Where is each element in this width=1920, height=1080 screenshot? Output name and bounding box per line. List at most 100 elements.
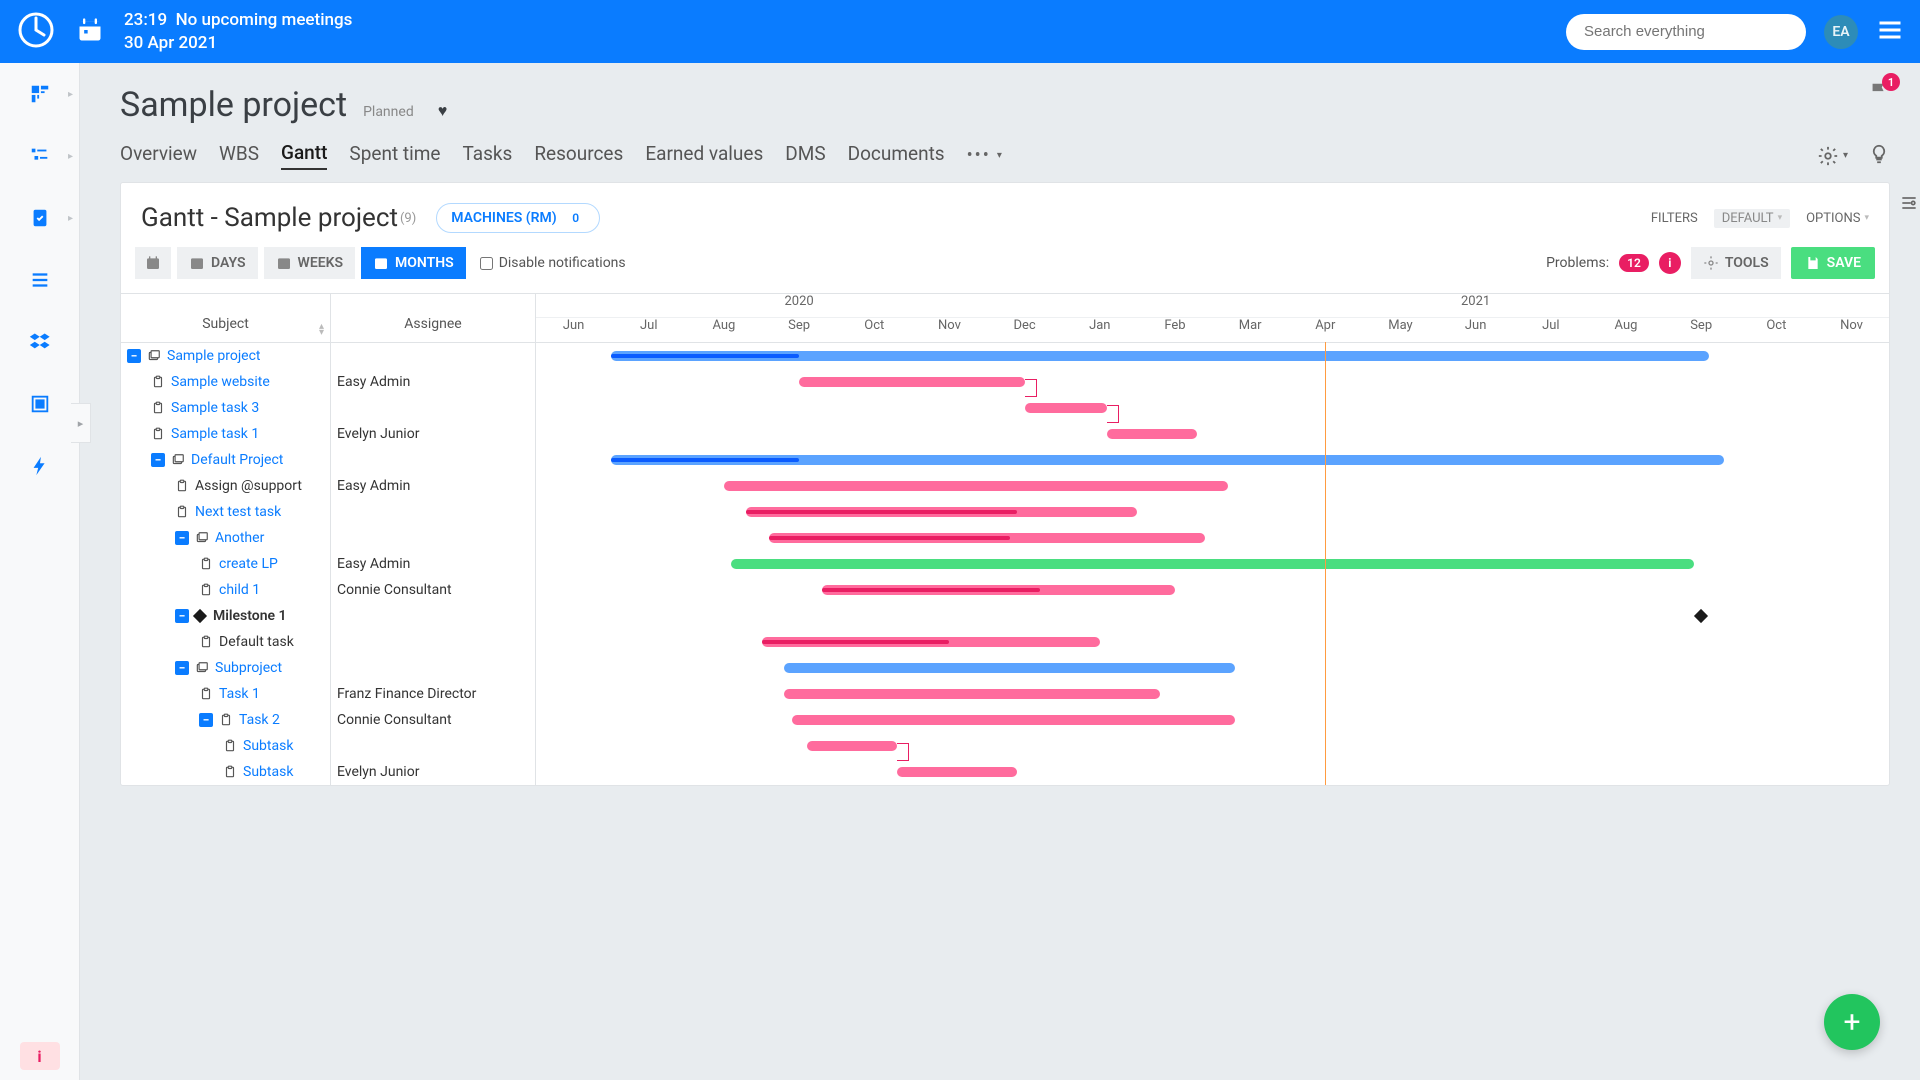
task-label[interactable]: Sample task 1 xyxy=(171,426,259,442)
tab-wbs[interactable]: WBS xyxy=(219,142,259,169)
subject-cell[interactable]: Sample task 1 xyxy=(121,421,331,447)
gantt-bar[interactable] xyxy=(724,481,1228,491)
task-label[interactable]: Task 1 xyxy=(219,686,260,702)
gantt-bar[interactable] xyxy=(1025,403,1108,413)
sort-icon[interactable]: ▴▾ xyxy=(319,324,324,336)
zoom-weeks-button[interactable]: WEEKS xyxy=(264,247,356,279)
sidebar-item-tasks[interactable]: ▸ xyxy=(0,187,79,249)
tree-collapse-icon[interactable]: − xyxy=(175,661,189,675)
avatar[interactable]: EA xyxy=(1824,15,1858,49)
subject-cell[interactable]: Default task xyxy=(121,629,331,655)
gantt-bar[interactable] xyxy=(784,663,1235,673)
subject-cell[interactable]: child 1 xyxy=(121,577,331,603)
task-label[interactable]: Next test task xyxy=(195,504,281,520)
machines-filter-pill[interactable]: MACHINES (RM) 0 xyxy=(436,203,599,233)
subject-cell[interactable]: Assign @support xyxy=(121,473,331,499)
sidebar-item-dropbox[interactable] xyxy=(0,311,79,373)
gantt-bar[interactable] xyxy=(807,741,897,751)
tree-collapse-icon[interactable]: − xyxy=(175,609,189,623)
timeline-cell[interactable] xyxy=(536,525,1889,551)
subject-cell[interactable]: − Subproject xyxy=(121,655,331,681)
subject-cell[interactable]: Sample task 3 xyxy=(121,395,331,421)
gantt-bar[interactable] xyxy=(1107,429,1197,439)
subject-cell[interactable]: Next test task xyxy=(121,499,331,525)
calendar-icon[interactable] xyxy=(76,16,104,48)
gantt-bar[interactable] xyxy=(611,351,1708,361)
timeline-cell[interactable] xyxy=(536,681,1889,707)
tab-resources[interactable]: Resources xyxy=(534,142,623,169)
subject-cell[interactable]: create LP xyxy=(121,551,331,577)
subject-cell[interactable]: − Another xyxy=(121,525,331,551)
tab-earned-values[interactable]: Earned values xyxy=(645,142,763,169)
gantt-bar[interactable] xyxy=(784,689,1160,699)
timeline-cell[interactable] xyxy=(536,343,1889,369)
gantt-bar[interactable] xyxy=(611,455,1723,465)
sidebar-item-wbs[interactable]: ▸ xyxy=(0,125,79,187)
subject-cell[interactable]: Subtask xyxy=(121,759,331,785)
gantt-bar[interactable] xyxy=(897,767,1017,777)
panel-customize-icon[interactable] xyxy=(1899,193,1919,217)
gantt-bar[interactable] xyxy=(822,585,1175,595)
sidebar-item-board[interactable] xyxy=(0,373,79,435)
zoom-days-button[interactable]: DAYS xyxy=(177,247,258,279)
problems-count-badge[interactable]: 12 xyxy=(1619,254,1649,272)
hint-bulb-icon[interactable] xyxy=(1868,143,1890,169)
timeline-cell[interactable] xyxy=(536,369,1889,395)
subject-cell[interactable]: −Milestone 1 xyxy=(121,603,331,629)
sidebar-item-list[interactable] xyxy=(0,249,79,311)
gantt-bar[interactable] xyxy=(769,533,1205,543)
subject-cell[interactable]: − Default Project xyxy=(121,447,331,473)
task-label[interactable]: Task 2 xyxy=(239,712,280,728)
timeline-cell[interactable] xyxy=(536,629,1889,655)
gantt-bar[interactable] xyxy=(792,715,1235,725)
task-label[interactable]: Default Project xyxy=(191,452,283,468)
subject-cell[interactable]: − Task 2 xyxy=(121,707,331,733)
disable-notifications-checkbox[interactable]: Disable notifications xyxy=(480,255,626,271)
timeline-cell[interactable] xyxy=(536,395,1889,421)
tabs-more-icon[interactable]: •••▾ xyxy=(967,145,1004,166)
task-label[interactable]: Subproject xyxy=(215,660,282,676)
task-label[interactable]: child 1 xyxy=(219,582,260,598)
zoom-calendar-button[interactable] xyxy=(135,247,171,279)
tree-collapse-icon[interactable]: − xyxy=(199,713,213,727)
task-label[interactable]: Subtask xyxy=(243,738,293,754)
task-label[interactable]: Another xyxy=(215,530,264,546)
tab-spent-time[interactable]: Spent time xyxy=(349,142,440,169)
tree-collapse-icon[interactable]: − xyxy=(127,349,141,363)
task-label[interactable]: Sample project xyxy=(167,348,261,364)
task-label[interactable]: Sample task 3 xyxy=(171,400,259,416)
gantt-bar[interactable] xyxy=(762,637,1100,647)
filters-dropdown[interactable]: DEFAULT▾ xyxy=(1714,209,1790,228)
timeline-cell[interactable] xyxy=(536,499,1889,525)
sidebar-item-dashboard[interactable]: ▸ xyxy=(0,63,79,125)
task-label[interactable]: Sample website xyxy=(171,374,270,390)
tab-gantt[interactable]: Gantt xyxy=(281,141,327,170)
tree-collapse-icon[interactable]: − xyxy=(175,531,189,545)
task-label[interactable]: Subtask xyxy=(243,764,293,780)
app-logo-icon[interactable] xyxy=(16,10,56,54)
column-header-subject[interactable]: Subject ▴▾ xyxy=(121,294,331,342)
timeline-cell[interactable] xyxy=(536,655,1889,681)
flag-notifications[interactable]: 1 xyxy=(1868,81,1890,107)
favorite-heart-icon[interactable]: ♥ xyxy=(438,101,448,121)
tree-collapse-icon[interactable]: − xyxy=(151,453,165,467)
timeline-cell[interactable] xyxy=(536,473,1889,499)
gantt-bar[interactable] xyxy=(799,377,1025,387)
gantt-bar[interactable] xyxy=(746,507,1137,517)
tab-overview[interactable]: Overview xyxy=(120,142,197,169)
search-input[interactable] xyxy=(1566,14,1806,50)
problems-info-icon[interactable]: i xyxy=(1659,252,1681,274)
timeline-cell[interactable] xyxy=(536,603,1889,629)
subject-cell[interactable]: − Sample project xyxy=(121,343,331,369)
tools-button[interactable]: TOOLS xyxy=(1691,247,1781,279)
timeline-cell[interactable] xyxy=(536,707,1889,733)
milestone-marker[interactable] xyxy=(1694,609,1708,623)
timeline-cell[interactable] xyxy=(536,551,1889,577)
tab-documents[interactable]: Documents xyxy=(848,142,945,169)
sidebar-item-bolt[interactable] xyxy=(0,435,79,497)
sidebar-expand-toggle[interactable]: ▸ xyxy=(71,403,91,443)
settings-gear-icon[interactable]: ▾ xyxy=(1817,145,1848,167)
options-dropdown[interactable]: OPTIONS▾ xyxy=(1806,211,1869,226)
sidebar-info-icon[interactable]: i xyxy=(20,1042,60,1070)
timeline-cell[interactable] xyxy=(536,759,1889,785)
